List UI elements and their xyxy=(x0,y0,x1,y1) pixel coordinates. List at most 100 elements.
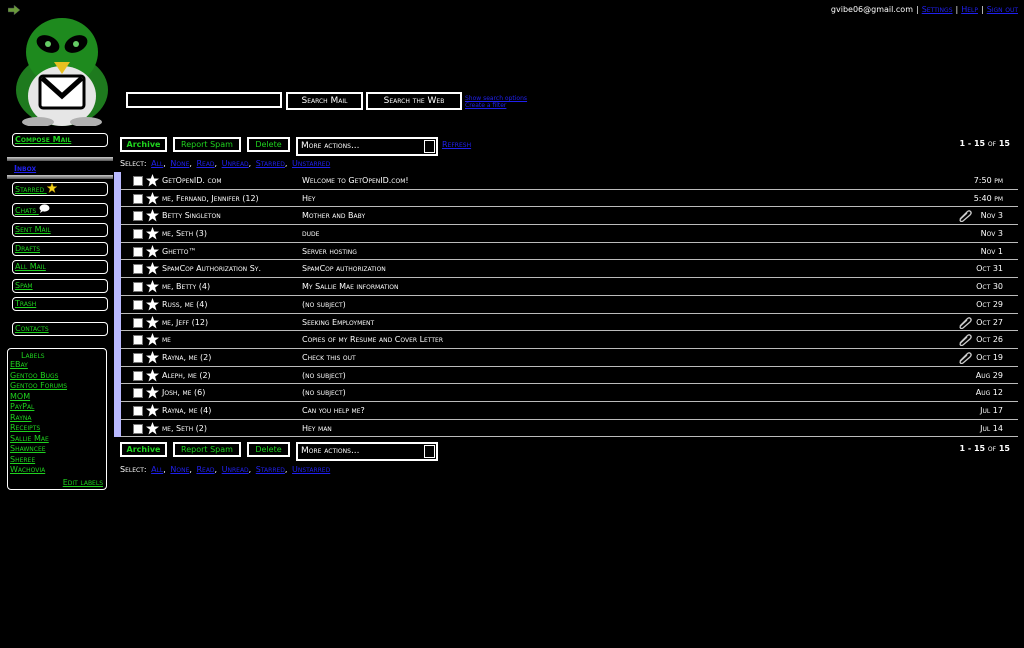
label-mom[interactable]: MOM xyxy=(10,392,104,403)
message-subject[interactable]: Welcome to GetOpenID.com! xyxy=(302,176,409,185)
select-unread-link[interactable]: Unread xyxy=(222,159,249,168)
label-sallie-mae[interactable]: Sallie Mae xyxy=(10,434,104,445)
message-subject[interactable]: (no subject) xyxy=(302,371,346,380)
checkbox-icon[interactable] xyxy=(133,193,143,204)
star-icon[interactable] xyxy=(146,350,159,364)
message-sender[interactable]: Russ, me (4) xyxy=(162,300,208,309)
message-sender[interactable]: me, Jeff (12) xyxy=(162,318,208,327)
label-receipts[interactable]: Receipts xyxy=(10,423,104,434)
sign-out-link[interactable]: Sign out xyxy=(987,5,1018,14)
message-subject[interactable]: Hey xyxy=(302,194,315,203)
edit-labels-link[interactable]: Edit labels xyxy=(63,478,103,487)
show-search-options-link[interactable]: Show search options xyxy=(465,95,527,102)
more-actions-select[interactable]: More actions... xyxy=(296,442,438,461)
select-none-link[interactable]: None xyxy=(170,465,189,474)
message-sender[interactable]: SpamCop Authorization Sy. xyxy=(162,264,261,273)
star-icon[interactable] xyxy=(146,191,159,205)
table-row[interactable]: GetOpenID. com Welcome to GetOpenID.com!… xyxy=(114,172,1018,190)
label-rayna[interactable]: Rayna xyxy=(10,413,104,424)
label-shawncee[interactable]: Shawncee xyxy=(10,444,104,455)
star-icon[interactable] xyxy=(146,368,159,382)
message-sender[interactable]: me xyxy=(162,335,171,344)
checkbox-icon[interactable] xyxy=(133,370,143,381)
table-row[interactable]: me, Fernand, Jennifer (12) Hey 5:40 pm xyxy=(114,189,1018,208)
checkbox-icon[interactable] xyxy=(133,405,143,416)
delete-button[interactable]: Delete xyxy=(247,137,290,152)
table-row[interactable]: SpamCop Authorization Sy. SpamCop author… xyxy=(114,260,1018,279)
star-icon[interactable] xyxy=(146,174,159,187)
star-icon[interactable] xyxy=(146,297,159,311)
more-actions-select[interactable]: More actions... xyxy=(296,137,438,156)
checkbox-icon[interactable] xyxy=(133,388,143,399)
sidebar-item-drafts[interactable]: Drafts xyxy=(12,242,108,256)
select-none-link[interactable]: None xyxy=(170,159,189,168)
search-mail-button[interactable]: Search Mail xyxy=(286,92,363,110)
star-icon[interactable] xyxy=(146,227,159,240)
label-sheree[interactable]: Sheree xyxy=(10,455,104,466)
message-sender[interactable]: GetOpenID. com xyxy=(162,176,222,185)
sidebar-item-all-mail[interactable]: All Mail xyxy=(12,260,108,274)
report-spam-button[interactable]: Report Spam xyxy=(173,137,241,152)
message-subject[interactable]: Mother and Baby xyxy=(302,211,365,220)
sidebar-item-starred[interactable]: Starred xyxy=(12,182,108,196)
message-sender[interactable]: me, Seth (3) xyxy=(162,229,207,238)
select-unread-link[interactable]: Unread xyxy=(222,465,249,474)
star-icon[interactable] xyxy=(146,333,159,346)
table-row[interactable]: me, Jeff (12) Seeking Employment Oct 27 xyxy=(114,313,1018,332)
message-subject[interactable]: SpamCop authorization xyxy=(302,264,386,273)
select-unstarred-link[interactable]: Unstarred xyxy=(292,159,330,168)
checkbox-icon[interactable] xyxy=(133,299,143,310)
message-sender[interactable]: Josh, me (6) xyxy=(162,388,205,397)
star-icon[interactable] xyxy=(146,386,159,399)
message-sender[interactable]: Rayna, me (4) xyxy=(162,406,211,415)
search-input[interactable] xyxy=(126,92,282,108)
message-subject[interactable]: dude xyxy=(302,229,319,238)
message-subject[interactable]: (no subject) xyxy=(302,300,346,309)
star-icon[interactable] xyxy=(146,209,159,222)
table-row[interactable]: me, Betty (4) My Sallie Mae information … xyxy=(114,278,1018,296)
message-subject[interactable]: Seeking Employment xyxy=(302,318,374,327)
star-icon[interactable] xyxy=(146,262,159,275)
select-all-link[interactable]: All xyxy=(151,465,163,474)
table-row[interactable]: Russ, me (4) (no subject) Oct 29 xyxy=(114,295,1018,314)
message-subject[interactable]: Server hosting xyxy=(302,247,357,256)
sidebar-item-contacts[interactable]: Contacts xyxy=(12,322,108,336)
checkbox-icon[interactable] xyxy=(133,229,143,240)
star-icon[interactable] xyxy=(146,244,159,258)
select-all-link[interactable]: All xyxy=(151,159,163,168)
message-subject[interactable]: Check this out xyxy=(302,353,356,362)
message-sender[interactable]: me, Fernand, Jennifer (12) xyxy=(162,194,259,203)
checkbox-icon[interactable] xyxy=(133,352,143,363)
select-starred-link[interactable]: Starred xyxy=(256,159,285,168)
table-row[interactable]: Rayna, me (4) Can you help me? Jul 17 xyxy=(114,401,1018,420)
label-wachovia[interactable]: Wachovia xyxy=(10,465,104,476)
checkbox-icon[interactable] xyxy=(133,335,143,346)
table-row[interactable]: Josh, me (6) (no subject) Aug 12 xyxy=(114,384,1018,402)
message-subject[interactable]: My Sallie Mae information xyxy=(302,282,398,291)
message-sender[interactable]: Rayna, me (2) xyxy=(162,353,211,362)
table-row[interactable]: Betty Singleton Mother and Baby Nov 3 xyxy=(114,207,1018,226)
checkbox-icon[interactable] xyxy=(133,264,143,275)
message-sender[interactable]: me, Seth (2) xyxy=(162,424,207,433)
search-web-button[interactable]: Search the Web xyxy=(366,92,462,110)
sidebar-item-chats[interactable]: Chats xyxy=(12,203,108,217)
message-sender[interactable]: me, Betty (4) xyxy=(162,282,210,291)
sidebar-item-trash[interactable]: Trash xyxy=(12,297,108,311)
table-row[interactable]: Rayna, me (2) Check this out Oct 19 xyxy=(114,348,1018,367)
report-spam-button[interactable]: Report Spam xyxy=(173,442,241,457)
table-row[interactable]: Aleph, me (2) (no subject) Aug 29 xyxy=(114,366,1018,385)
message-subject[interactable]: (no subject) xyxy=(302,388,346,397)
refresh-link[interactable]: Refresh xyxy=(442,140,471,149)
archive-button[interactable]: Archive xyxy=(120,137,167,152)
checkbox-icon[interactable] xyxy=(133,176,143,186)
sidebar-item-sent[interactable]: Sent Mail xyxy=(12,223,108,237)
select-read-link[interactable]: Read xyxy=(196,465,214,474)
star-icon[interactable] xyxy=(146,315,159,329)
help-link[interactable]: Help xyxy=(961,5,978,14)
table-row[interactable]: Ghetto™ Server hosting Nov 1 xyxy=(114,242,1018,261)
label-gentoo-forums[interactable]: Gentoo Forums xyxy=(10,381,104,392)
label-gentoo-bugs[interactable]: Gentoo Bugs xyxy=(10,371,104,382)
archive-button[interactable]: Archive xyxy=(120,442,167,457)
message-subject[interactable]: Can you help me? xyxy=(302,406,365,415)
settings-link[interactable]: Settings xyxy=(922,5,953,14)
